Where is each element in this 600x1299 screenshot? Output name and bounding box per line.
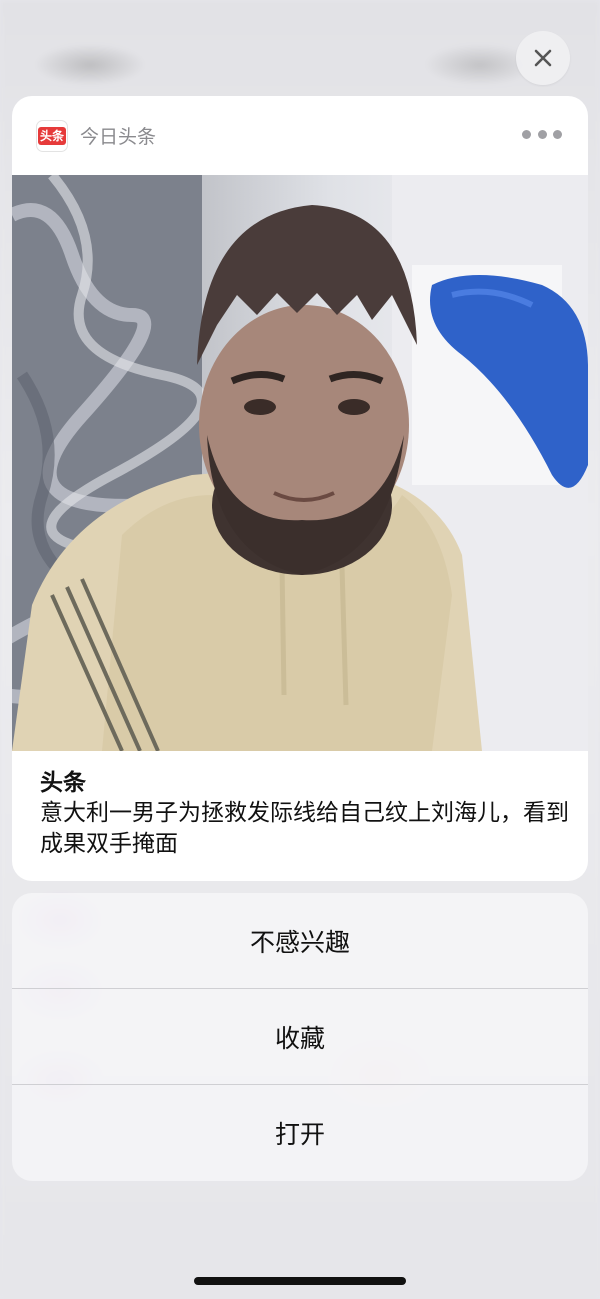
photo-illustration — [12, 175, 588, 751]
app-logo-text: 头条 — [37, 127, 66, 145]
menu-item-favorite[interactable]: 收藏 — [12, 989, 588, 1085]
notification-card[interactable]: 头条 今日头条 头条 意大利一男子为拯救发际线给自己纹上刘海儿，看到成果双手掩面 — [12, 96, 588, 881]
news-photo[interactable] — [12, 175, 588, 751]
notification-text: 头条 意大利一男子为拯救发际线给自己纹上刘海儿，看到成果双手掩面 — [40, 768, 570, 860]
more-options-button[interactable] — [522, 126, 562, 142]
action-menu: 不感兴趣 收藏 打开 — [12, 893, 588, 1181]
app-icon: 头条 — [36, 120, 68, 152]
close-button[interactable] — [516, 31, 570, 85]
notification-body: 意大利一男子为拯救发际线给自己纹上刘海儿，看到成果双手掩面 — [40, 800, 569, 857]
close-icon — [534, 49, 552, 67]
notification-title: 头条 — [40, 770, 86, 796]
notification-header: 头条 今日头条 — [12, 96, 588, 175]
app-name: 今日头条 — [80, 126, 157, 148]
home-indicator[interactable] — [194, 1277, 406, 1285]
menu-item-not-interested[interactable]: 不感兴趣 — [12, 893, 588, 989]
menu-item-open[interactable]: 打开 — [12, 1085, 588, 1181]
more-dots-icon — [522, 129, 531, 139]
